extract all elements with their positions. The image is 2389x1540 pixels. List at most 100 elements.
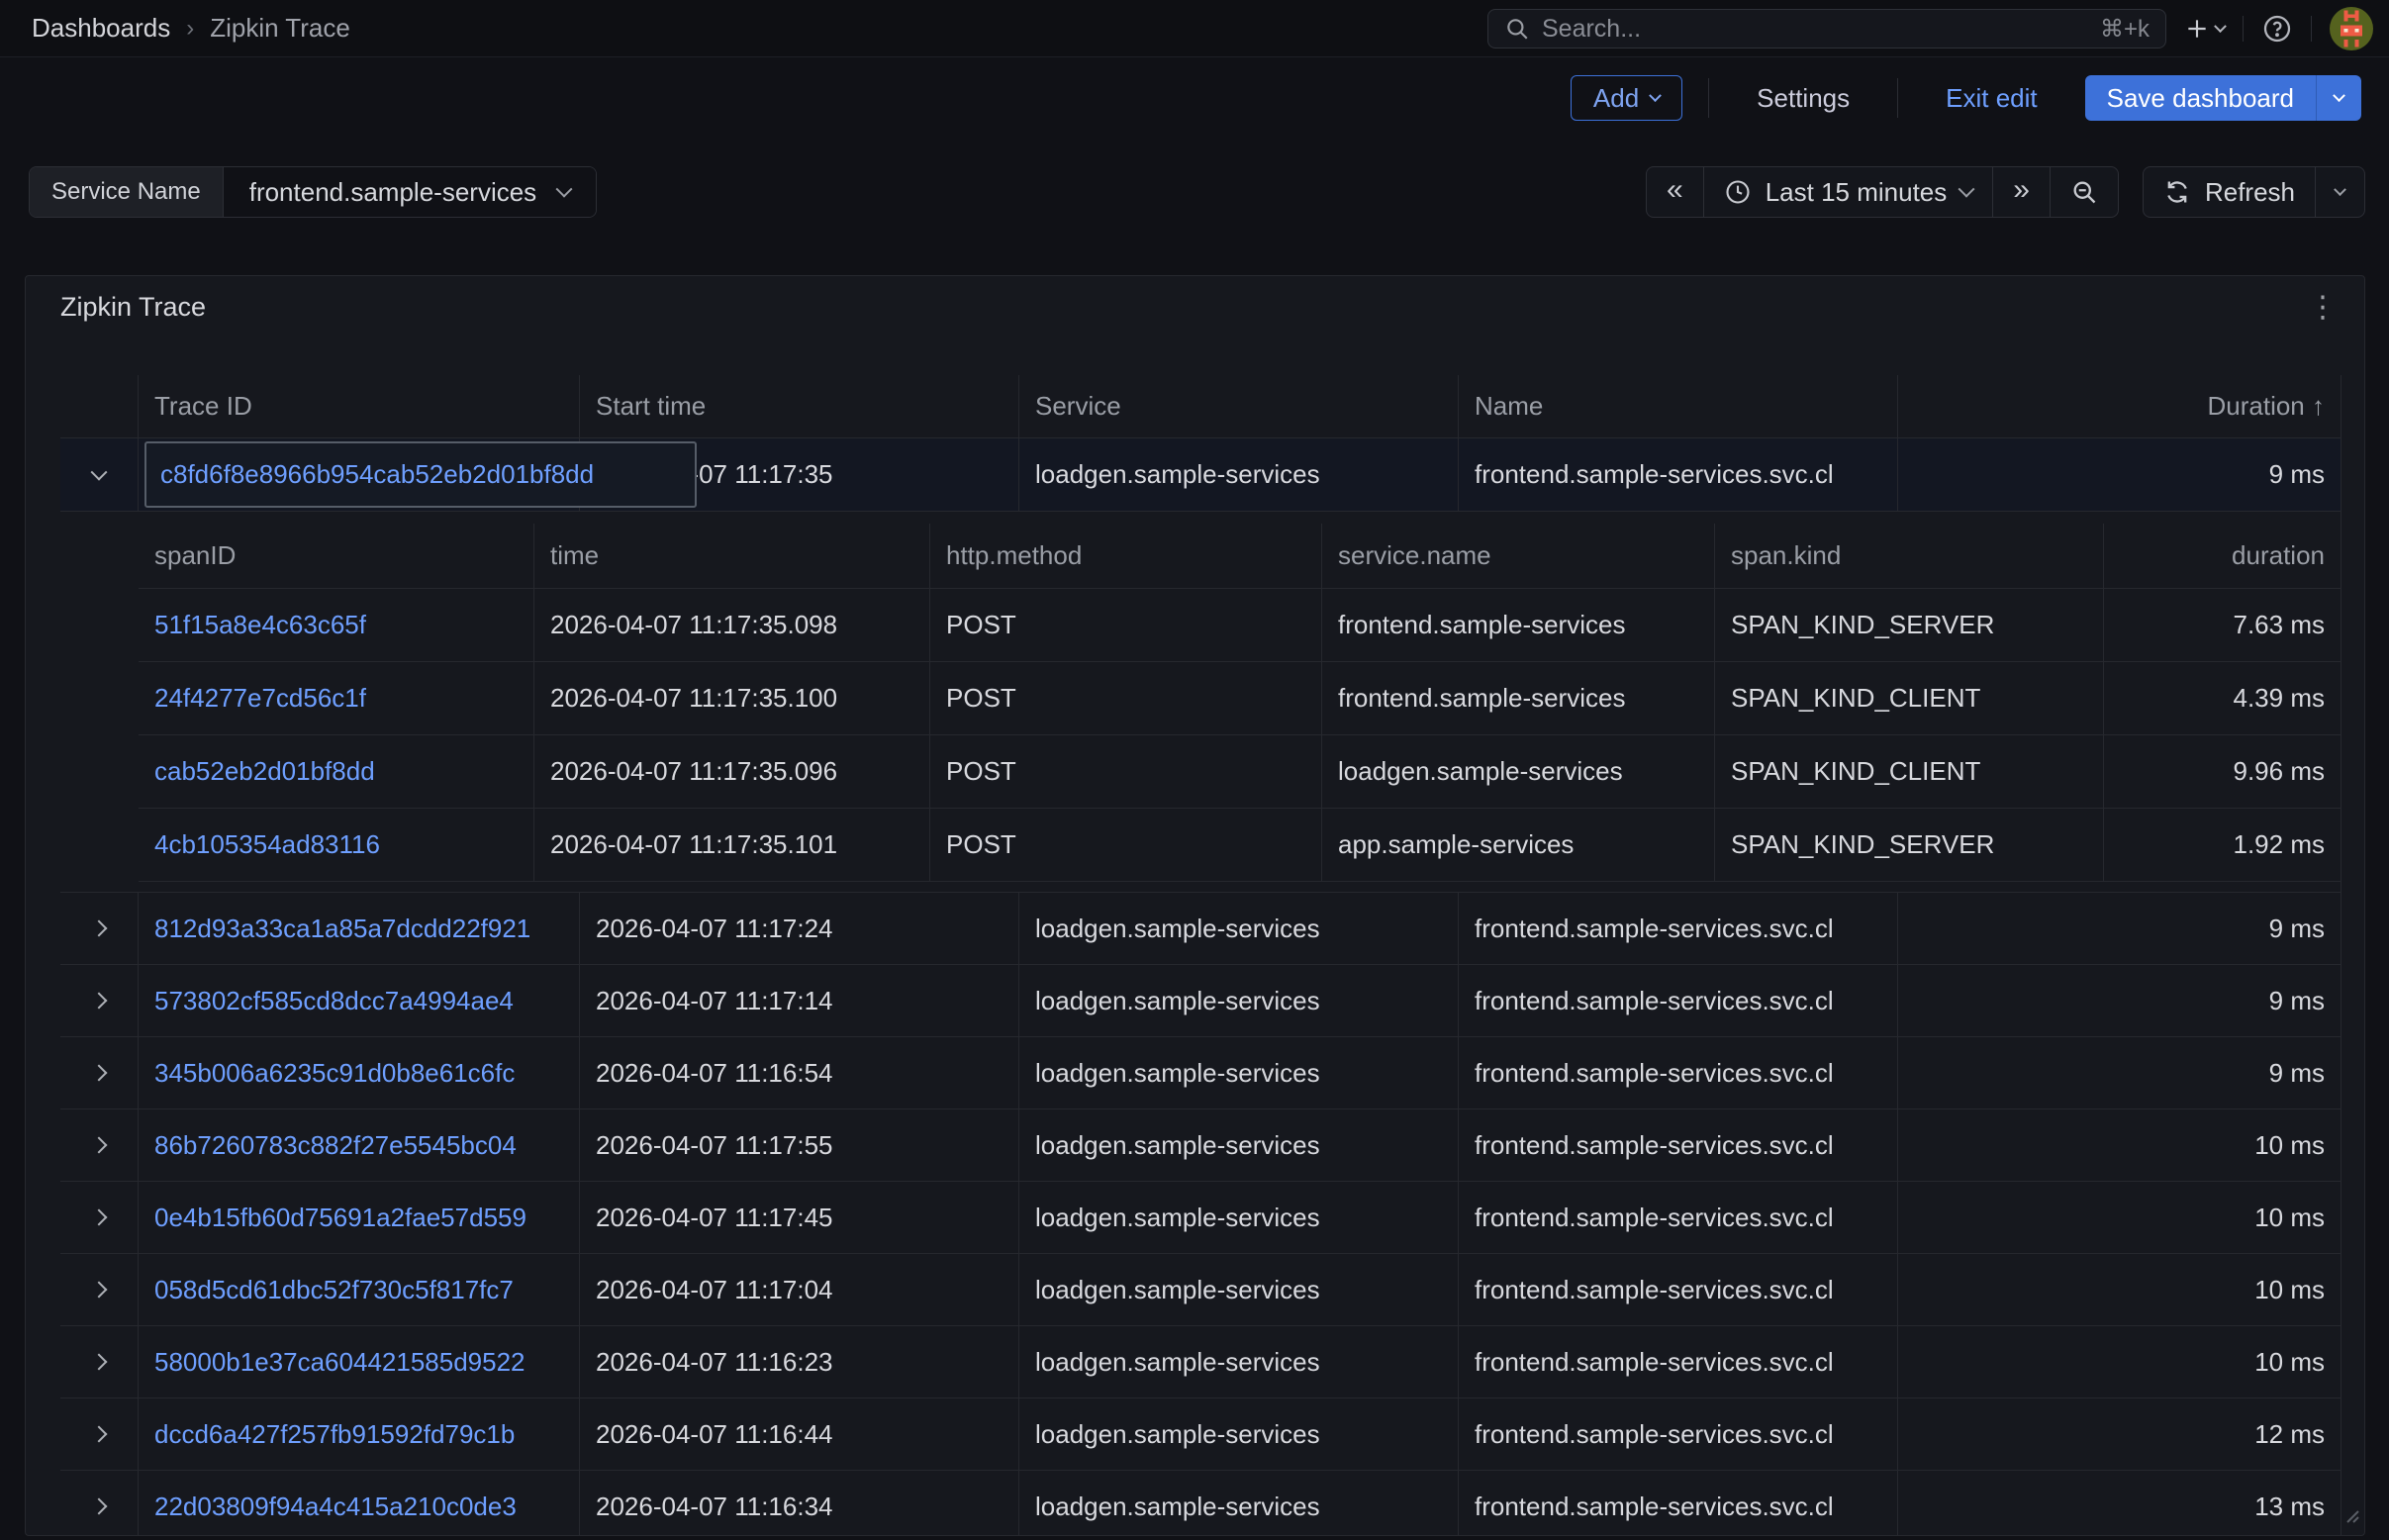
variable-value-dropdown[interactable]: frontend.sample-services	[224, 167, 596, 217]
trace-id-link[interactable]: 573802cf585cd8dcc7a4994ae4	[154, 986, 514, 1016]
span-duration-cell: 4.39 ms	[2104, 662, 2341, 734]
time-controls: « Last 15 minutes » Refre	[1646, 166, 2365, 218]
service-cell: loadgen.sample-services	[1019, 1326, 1459, 1397]
duration-cell: 12 ms	[1898, 1398, 2341, 1470]
refresh-button[interactable]: Refresh	[2144, 167, 2316, 217]
expand-row-button[interactable]	[60, 1471, 139, 1536]
clock-icon	[1724, 178, 1752, 206]
trace-id-link[interactable]: 0e4b15fb60d75691a2fae57d559	[154, 1203, 526, 1233]
name-cell: frontend.sample-services.svc.cl	[1459, 1398, 1898, 1470]
chevron-down-icon	[1959, 181, 1975, 198]
span-row: 24f4277e7cd56c1f 2026-04-07 11:17:35.100…	[139, 662, 2341, 735]
expand-row-button[interactable]	[60, 1109, 139, 1181]
sort-asc-icon: ↑	[2312, 391, 2325, 422]
trace-id-cell: 0e4b15fb60d75691a2fae57d559	[139, 1182, 580, 1253]
save-dashboard-button[interactable]: Save dashboard	[2085, 75, 2316, 121]
name-cell: frontend.sample-services.svc.cl	[1459, 1037, 1898, 1108]
help-button[interactable]	[2261, 13, 2293, 45]
time-range-picker[interactable]: Last 15 minutes	[1704, 167, 1994, 217]
span-id-link[interactable]: 51f15a8e4c63c65f	[154, 610, 366, 640]
service-cell: loadgen.sample-services	[1019, 1182, 1459, 1253]
start-time-cell: 2026-04-07 11:17:55	[580, 1109, 1019, 1181]
search-box[interactable]: ⌘+k	[1487, 9, 2166, 48]
trace-id-link[interactable]: dccd6a427f257fb91592fd79c1b	[154, 1419, 515, 1450]
panel-menu-kebab-icon[interactable]: ⋮	[2305, 290, 2341, 325]
zoom-out-icon	[2070, 178, 2098, 206]
new-item-button[interactable]	[2184, 16, 2225, 42]
exit-edit-button[interactable]: Exit edit	[1924, 75, 2059, 121]
trace-id-link[interactable]: 345b006a6235c91d0b8e61c6fc	[154, 1058, 515, 1089]
collapse-row-button[interactable]	[60, 438, 139, 511]
col-trace-id[interactable]: Trace ID	[139, 375, 580, 437]
trace-id-link[interactable]: 58000b1e37ca604421585d9522	[154, 1347, 526, 1378]
selected-trace-cell[interactable]: c8fd6f8e8966b954cab52eb2d01bf8dd	[144, 441, 697, 508]
save-dashboard-caret[interactable]	[2316, 75, 2361, 121]
expand-row-button[interactable]	[60, 1037, 139, 1108]
expand-row-button[interactable]	[60, 1398, 139, 1470]
breadcrumb-separator: ›	[186, 15, 194, 43]
chevron-right-icon	[91, 1354, 108, 1371]
user-avatar[interactable]	[2330, 7, 2373, 50]
trace-id-cell: 573802cf585cd8dcc7a4994ae4	[139, 965, 580, 1036]
expand-row-button[interactable]	[60, 1326, 139, 1397]
trace-id-cell: 812d93a33ca1a85a7dcdd22f921	[139, 893, 580, 964]
col-service[interactable]: Service	[1019, 375, 1459, 437]
span-duration-cell: 7.63 ms	[2104, 589, 2341, 661]
service-cell: loadgen.sample-services	[1019, 1037, 1459, 1108]
expand-row-button[interactable]	[60, 965, 139, 1036]
start-time-cell: 2026-04-07 11:16:54	[580, 1037, 1019, 1108]
col-span-id: spanID	[139, 524, 534, 588]
span-kind-cell: SPAN_KIND_SERVER	[1715, 589, 2104, 661]
chevron-right-icon	[91, 920, 108, 937]
breadcrumb-dashboards[interactable]: Dashboards	[32, 13, 170, 44]
expand-row-button[interactable]	[60, 893, 139, 964]
duration-cell: 9 ms	[1898, 1037, 2341, 1108]
refresh-interval-caret[interactable]	[2316, 167, 2364, 217]
col-name[interactable]: Name	[1459, 375, 1898, 437]
trace-id-link[interactable]: 058d5cd61dbc52f730c5f817fc7	[154, 1275, 514, 1305]
col-start-time[interactable]: Start time	[580, 375, 1019, 437]
span-id-cell: 24f4277e7cd56c1f	[139, 662, 534, 734]
trace-id-link[interactable]: 86b7260783c882f27e5545bc04	[154, 1130, 517, 1161]
duration-cell: 10 ms	[1898, 1254, 2341, 1325]
zipkin-trace-panel: Zipkin Trace ⋮ Trace ID Start time Servi…	[25, 275, 2365, 1536]
panel-header: Zipkin Trace ⋮	[26, 276, 2364, 337]
col-span-kind: span.kind	[1715, 524, 2104, 588]
span-id-cell: 51f15a8e4c63c65f	[139, 589, 534, 661]
edit-toolbar: Add Settings Exit edit Save dashboard	[0, 58, 2389, 138]
search-input[interactable]	[1542, 15, 2088, 44]
http-method-cell: POST	[930, 735, 1322, 808]
settings-button[interactable]: Settings	[1735, 75, 1871, 121]
name-cell: frontend.sample-services.svc.cl	[1459, 1182, 1898, 1253]
time-cell: 2026-04-07 11:17:35.098	[534, 589, 930, 661]
trace-id-link[interactable]: 812d93a33ca1a85a7dcdd22f921	[154, 914, 530, 944]
service-cell: loadgen.sample-services	[1019, 1398, 1459, 1470]
variable-label: Service Name	[30, 167, 224, 217]
add-button[interactable]: Add	[1571, 75, 1682, 121]
span-id-link[interactable]: cab52eb2d01bf8dd	[154, 756, 375, 787]
time-shift-back-button[interactable]: «	[1647, 167, 1704, 217]
time-shift-forward-button[interactable]: »	[1993, 167, 2051, 217]
span-subtable-header: spanID time http.method service.name spa…	[139, 524, 2341, 589]
span-row: 4cb105354ad83116 2026-04-07 11:17:35.101…	[139, 809, 2341, 882]
panel-resize-handle[interactable]	[2339, 1500, 2360, 1531]
span-id-link[interactable]: 4cb105354ad83116	[154, 829, 380, 860]
duration-cell: 9 ms	[1898, 893, 2341, 964]
trace-id-link[interactable]: c8fd6f8e8966b954cab52eb2d01bf8dd	[160, 459, 594, 490]
start-time-cell: 2026-04-07 11:17:24	[580, 893, 1019, 964]
expand-row-button[interactable]	[60, 1254, 139, 1325]
span-id-link[interactable]: 24f4277e7cd56c1f	[154, 683, 366, 714]
expander-header	[60, 375, 139, 437]
duration-cell: 10 ms	[1898, 1326, 2341, 1397]
time-cell: 2026-04-07 11:17:35.101	[534, 809, 930, 881]
trace-rows: 812d93a33ca1a85a7dcdd22f921 2026-04-07 1…	[60, 892, 2341, 1536]
trace-id-cell: 058d5cd61dbc52f730c5f817fc7	[139, 1254, 580, 1325]
col-duration[interactable]: Duration ↑	[1898, 375, 2341, 437]
chevron-right-icon	[91, 1137, 108, 1154]
service-name-cell: frontend.sample-services	[1322, 589, 1715, 661]
time-zoom-out-button[interactable]	[2051, 167, 2118, 217]
trace-id-link[interactable]: 22d03809f94a4c415a210c0de3	[154, 1492, 517, 1522]
expand-row-button[interactable]	[60, 1182, 139, 1253]
col-span-duration: duration	[2104, 524, 2341, 588]
grafana-dashboard: Dashboards › Zipkin Trace ⌘+k	[0, 0, 2389, 1540]
